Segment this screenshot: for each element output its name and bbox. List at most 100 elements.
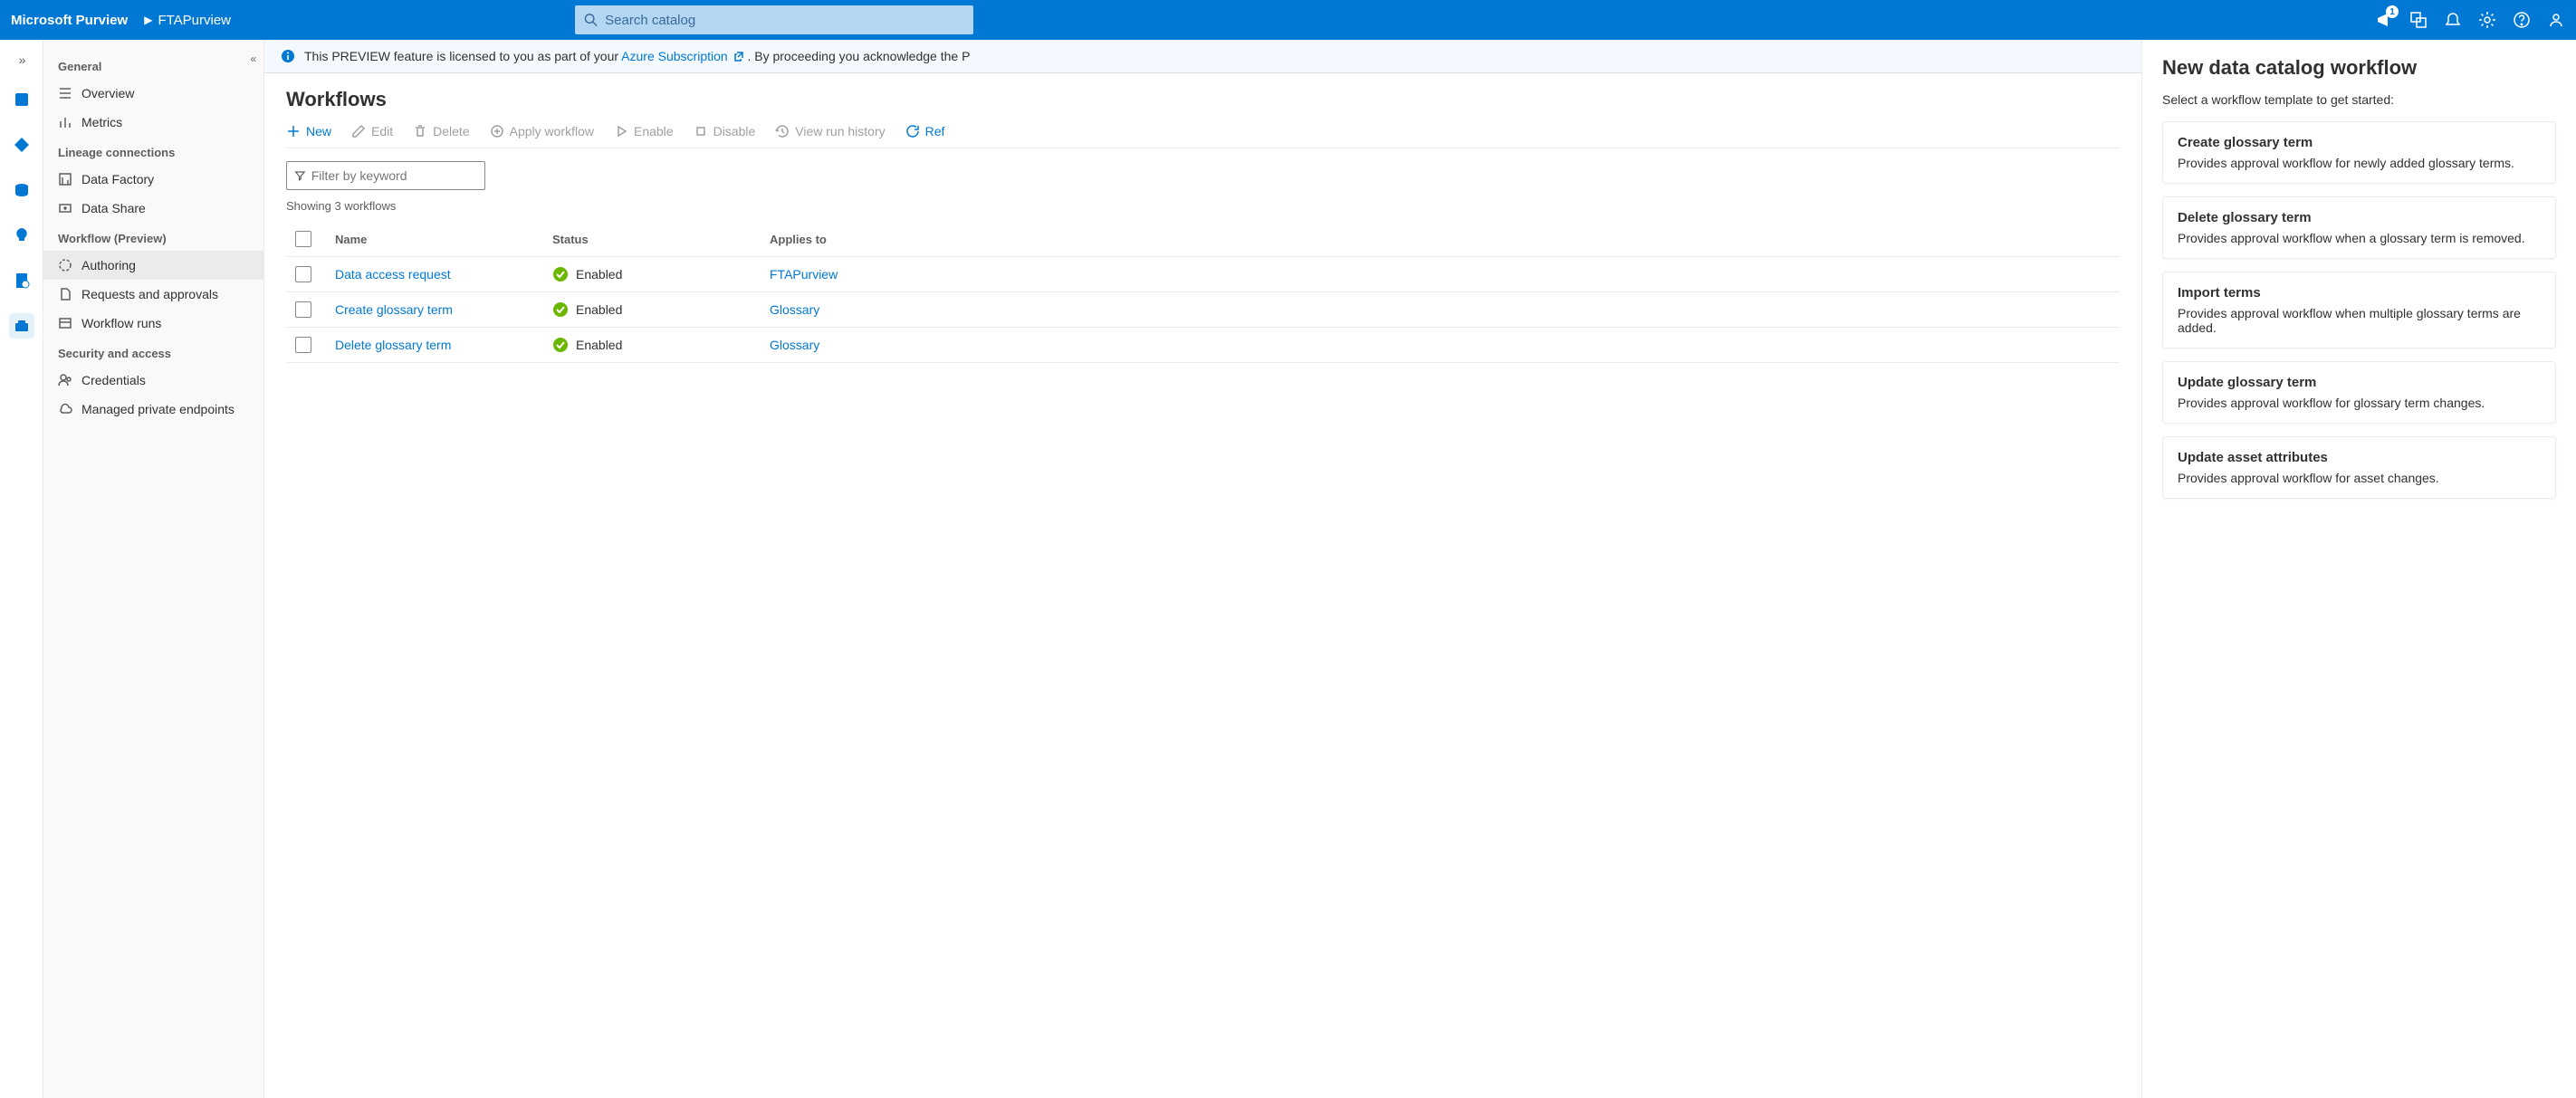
template-card-import-terms[interactable]: Import terms Provides approval workflow …	[2162, 272, 2556, 348]
sb-item-overview[interactable]: Overview	[43, 79, 263, 108]
col-name[interactable]: Name	[335, 233, 552, 246]
sb-section-security: Security and access	[43, 338, 263, 366]
card-desc: Provides approval workflow for newly add…	[2178, 156, 2541, 170]
bell-icon[interactable]	[2444, 11, 2462, 29]
card-title: Delete glossary term	[2178, 210, 2541, 225]
sb-label: Requests and approvals	[81, 287, 218, 301]
edit-button[interactable]: Edit	[351, 124, 393, 138]
select-all-checkbox[interactable]	[295, 231, 311, 247]
row-applies-link[interactable]: Glossary	[770, 302, 2116, 317]
brand[interactable]: Microsoft Purview	[11, 13, 128, 28]
row-applies-link[interactable]: Glossary	[770, 338, 2116, 352]
sb-label: Authoring	[81, 258, 136, 272]
megaphone-icon[interactable]: 1	[2375, 11, 2393, 29]
sb-item-requests[interactable]: Requests and approvals	[43, 280, 263, 309]
filter-icon	[294, 169, 306, 182]
row-checkbox[interactable]	[295, 301, 311, 318]
pencil-icon	[351, 124, 366, 138]
table-row: Delete glossary term Enabled Glossary	[286, 328, 2120, 363]
external-link-icon	[733, 51, 744, 62]
enable-button[interactable]: Enable	[614, 124, 674, 138]
sb-label: Overview	[81, 86, 134, 100]
rail-item-insights[interactable]	[9, 223, 34, 248]
sb-item-metrics[interactable]: Metrics	[43, 108, 263, 137]
rail-item-management[interactable]	[9, 313, 34, 339]
check-circle-icon	[552, 301, 569, 318]
check-circle-icon	[552, 337, 569, 353]
topbar: Microsoft Purview ▶ FTAPurview 1	[0, 0, 2576, 40]
col-applies[interactable]: Applies to	[770, 233, 2116, 246]
sb-label: Managed private endpoints	[81, 402, 235, 416]
new-workflow-panel: New data catalog workflow Select a workf…	[2141, 40, 2576, 1098]
banner-prefix: This PREVIEW feature is licensed to you …	[304, 49, 621, 63]
search-icon	[584, 13, 598, 27]
row-checkbox[interactable]	[295, 266, 311, 282]
grid-header: Name Status Applies to	[286, 222, 2120, 257]
row-checkbox[interactable]	[295, 337, 311, 353]
rail-expand-icon[interactable]: »	[19, 53, 24, 67]
apply-button[interactable]: Apply workflow	[490, 124, 594, 138]
translate-icon[interactable]	[2409, 11, 2428, 29]
search-input[interactable]	[605, 13, 964, 28]
template-card-create-term[interactable]: Create glossary term Provides approval w…	[2162, 121, 2556, 184]
row-name-link[interactable]: Create glossary term	[335, 302, 552, 317]
feedback-icon[interactable]	[2547, 11, 2565, 29]
sb-item-datafactory[interactable]: Data Factory	[43, 165, 263, 194]
help-icon[interactable]	[2513, 11, 2531, 29]
delete-button[interactable]: Delete	[413, 124, 469, 138]
sb-label: Data Share	[81, 201, 146, 215]
preview-banner: This PREVIEW feature is licensed to you …	[264, 40, 2141, 73]
cloud-icon	[58, 402, 72, 416]
top-actions: 1	[2375, 11, 2565, 29]
sb-item-endpoints[interactable]: Managed private endpoints	[43, 395, 263, 424]
showing-count: Showing 3 workflows	[286, 199, 2120, 213]
refresh-icon	[905, 124, 920, 138]
card-desc: Provides approval workflow for glossary …	[2178, 396, 2541, 410]
info-icon	[281, 49, 295, 63]
sb-label: Data Factory	[81, 172, 154, 186]
history-icon	[775, 124, 790, 138]
filter-input[interactable]	[311, 168, 477, 183]
notif-badge: 1	[2386, 5, 2399, 18]
col-status[interactable]: Status	[552, 233, 770, 246]
rail-item-policy[interactable]	[9, 268, 34, 293]
banner-suffix: . By proceeding you acknowledge the P	[747, 49, 970, 63]
row-name-link[interactable]: Data access request	[335, 267, 552, 282]
stop-icon	[694, 124, 708, 138]
search-box[interactable]	[575, 5, 973, 34]
sidebar-collapse-icon[interactable]: «	[250, 53, 254, 65]
gear-icon[interactable]	[2478, 11, 2496, 29]
history-button[interactable]: View run history	[775, 124, 885, 138]
sb-label: Workflow runs	[81, 316, 161, 330]
banner-link[interactable]: Azure Subscription	[621, 49, 747, 63]
sb-item-authoring[interactable]: Authoring	[43, 251, 263, 280]
filter-box[interactable]	[286, 161, 485, 190]
toolbar: New Edit Delete Apply workflow Enable	[286, 124, 2120, 148]
row-name-link[interactable]: Delete glossary term	[335, 338, 552, 352]
rail-item-catalog[interactable]	[9, 87, 34, 112]
row-status: Enabled	[576, 302, 622, 317]
main-area: This PREVIEW feature is licensed to you …	[264, 40, 2141, 1098]
template-card-delete-term[interactable]: Delete glossary term Provides approval w…	[2162, 196, 2556, 259]
card-title: Update glossary term	[2178, 375, 2541, 390]
rail-item-map[interactable]	[9, 132, 34, 158]
sb-item-credentials[interactable]: Credentials	[43, 366, 263, 395]
sb-section-general: General	[43, 51, 263, 79]
card-desc: Provides approval workflow when multiple…	[2178, 306, 2541, 335]
play-icon	[614, 124, 628, 138]
disable-button[interactable]: Disable	[694, 124, 756, 138]
panel-subtitle: Select a workflow template to get starte…	[2162, 92, 2556, 107]
sb-item-datashare[interactable]: Data Share	[43, 194, 263, 223]
nav-rail: »	[0, 40, 43, 1098]
new-button[interactable]: New	[286, 124, 331, 138]
refresh-button[interactable]: Ref	[905, 124, 945, 138]
template-card-update-term[interactable]: Update glossary term Provides approval w…	[2162, 361, 2556, 424]
breadcrumb-account[interactable]: FTAPurview	[158, 13, 231, 28]
people-icon	[58, 373, 72, 387]
sb-section-lineage: Lineage connections	[43, 137, 263, 165]
template-card-update-asset[interactable]: Update asset attributes Provides approva…	[2162, 436, 2556, 499]
sb-section-workflow: Workflow (Preview)	[43, 223, 263, 251]
rail-item-sources[interactable]	[9, 177, 34, 203]
sb-item-runs[interactable]: Workflow runs	[43, 309, 263, 338]
row-applies-link[interactable]: FTAPurview	[770, 267, 2116, 282]
